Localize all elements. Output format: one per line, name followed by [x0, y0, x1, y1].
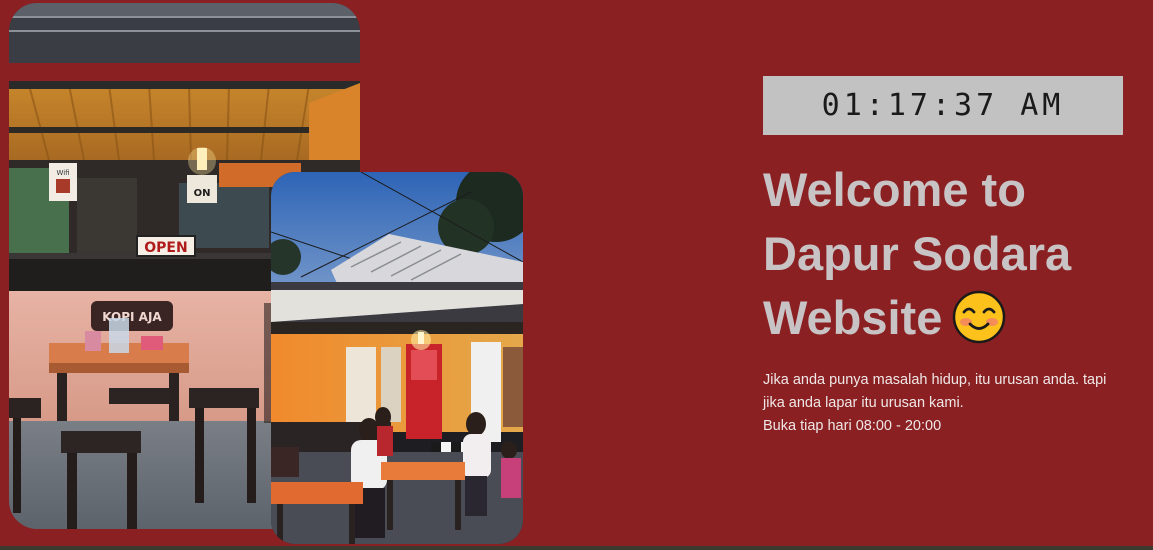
on-sign-text: ON: [194, 188, 211, 199]
clock-time: 01:17:37 AM: [821, 88, 1065, 123]
heading-line-2: Dapur Sodara: [763, 227, 1072, 280]
bottom-divider: [0, 546, 1153, 550]
opening-hours: Buka tiap hari 08:00 - 20:00: [763, 418, 942, 434]
heading-line-3-wrap: Website: [763, 286, 1143, 350]
heading-line-3: Website: [763, 291, 943, 344]
wifi-sign-text: Wifi: [56, 169, 69, 177]
smiling-face-icon: [953, 290, 1006, 344]
tagline-line-1: Jika anda punya masalah hidup, itu urusa…: [763, 372, 1107, 388]
tagline-line-2: jika anda lapar itu urusan kami.: [763, 395, 964, 411]
tagline-text: Jika anda punya masalah hidup, itu urusa…: [763, 369, 1148, 438]
welcome-heading: Welcome to Dapur Sodara Website: [763, 158, 1143, 350]
cafe-photo-front: [271, 172, 523, 544]
heading-line-1: Welcome to: [763, 163, 1026, 216]
digital-clock: 01:17:37 AM: [763, 76, 1123, 135]
open-sign-text: OPEN: [144, 240, 187, 256]
